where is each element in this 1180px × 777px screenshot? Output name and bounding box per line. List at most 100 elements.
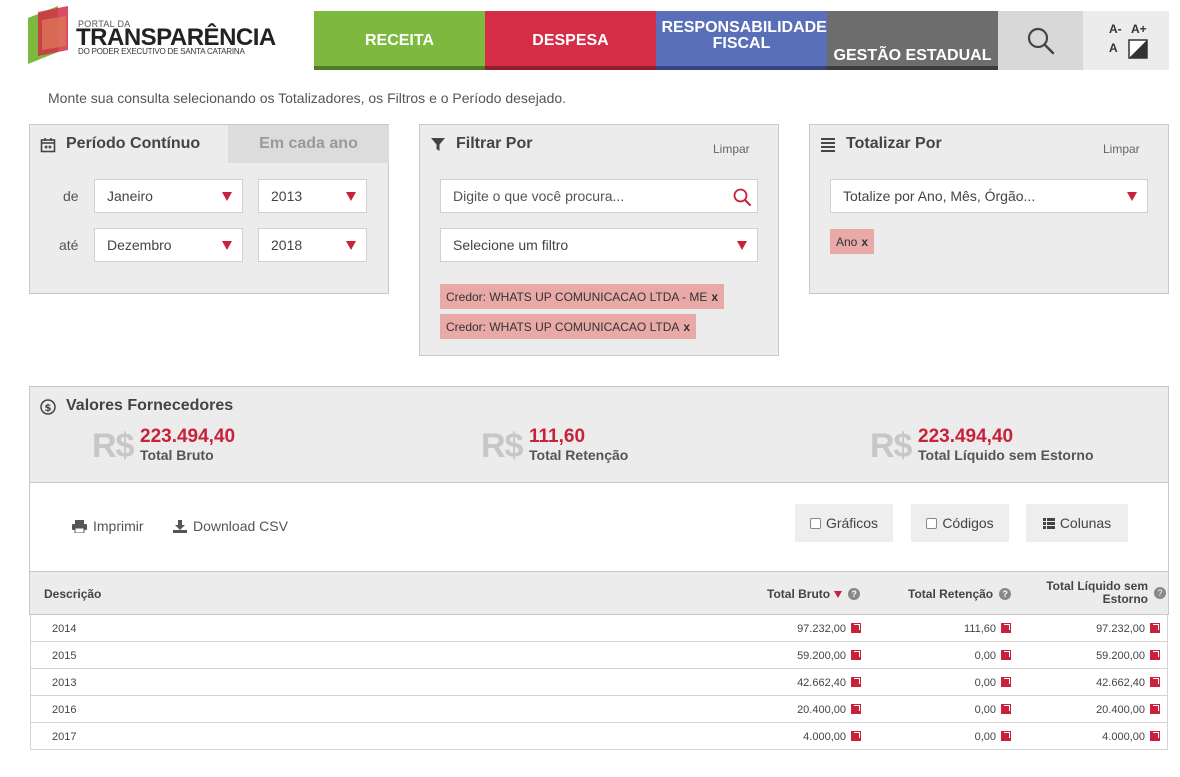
nav-gestao-estadual[interactable]: GESTÃO ESTADUAL: [827, 11, 998, 70]
external-link-icon[interactable]: [1001, 704, 1011, 714]
help-icon[interactable]: ?: [1154, 587, 1166, 599]
cell-total-retencao-value: 111,60: [963, 623, 996, 635]
col-total-retencao[interactable]: Total Retenção ?: [908, 587, 1012, 601]
search-icon[interactable]: [733, 188, 751, 206]
currency-symbol: R$: [870, 427, 912, 465]
intro-text: Monte sua consulta selecionando os Total…: [48, 90, 567, 106]
de-month-value: Janeiro: [107, 188, 153, 204]
cell-total-liquido-value: 20.400,00: [1096, 704, 1145, 716]
logo-mark-icon: [28, 6, 68, 64]
external-link-icon[interactable]: [851, 731, 861, 741]
de-year-select[interactable]: 2013: [258, 179, 367, 213]
search-button[interactable]: [998, 11, 1083, 70]
de-year-value: 2013: [271, 188, 303, 204]
nav-despesa[interactable]: DESPESA: [485, 11, 656, 70]
remove-tag-icon[interactable]: x: [683, 320, 690, 334]
filter-tag[interactable]: Credor: WHATS UP COMUNICACAO LTDA - ME x: [440, 284, 725, 309]
de-month-select[interactable]: Janeiro: [94, 179, 243, 213]
external-link-icon[interactable]: [1001, 731, 1011, 741]
printer-icon: [72, 519, 87, 533]
external-link-icon[interactable]: [851, 650, 861, 660]
total-liquido-label: Total Líquido sem Estorno: [918, 447, 1094, 463]
external-link-icon[interactable]: [1001, 677, 1011, 687]
ate-year-select[interactable]: 2018: [258, 228, 367, 262]
cell-total-liquido: 42.662,40: [1096, 677, 1160, 689]
nav-despesa-label: DESPESA: [532, 31, 609, 49]
external-link-icon[interactable]: [1150, 650, 1160, 660]
svg-text:$: $: [45, 403, 52, 414]
cell-total-bruto: 4.000,00: [803, 731, 861, 743]
tab-em-cada-ano[interactable]: Em cada ano: [228, 125, 389, 163]
nav-gestao-label: GESTÃO ESTADUAL: [833, 47, 992, 64]
cell-total-liquido: 59.200,00: [1096, 650, 1160, 662]
table-row: 2015 59.200,00 0,00 59.200,00: [30, 642, 1168, 669]
nav-responsabilidade-label: RESPONSABILIDADE FISCAL: [661, 18, 827, 52]
valores-section: $ Valores Fornecedores R$ 223.494,40 Tot…: [29, 386, 1169, 572]
chevron-down-icon: [737, 241, 747, 250]
totalizar-limpar-link[interactable]: Limpar: [1103, 142, 1140, 156]
col-total-liquido[interactable]: Total Líquido sem Estorno: [1034, 580, 1148, 606]
graficos-toggle[interactable]: Gráficos: [795, 504, 893, 542]
filter-search-placeholder: Digite o que você procura...: [453, 188, 625, 204]
cell-total-retencao: 0,00: [975, 704, 1011, 716]
table-row: 2016 20.400,00 0,00 20.400,00: [30, 696, 1168, 723]
font-reset-button[interactable]: A: [1109, 40, 1118, 56]
external-link-icon[interactable]: [1001, 623, 1011, 633]
cell-total-retencao: 0,00: [975, 650, 1011, 662]
colunas-button[interactable]: Colunas: [1026, 504, 1128, 542]
external-link-icon[interactable]: [851, 677, 861, 687]
codigos-toggle[interactable]: Códigos: [911, 504, 1009, 542]
graficos-checkbox[interactable]: [809, 517, 821, 529]
table-row: 2013 42.662,40 0,00 42.662,40: [30, 669, 1168, 696]
totalizar-panel: Totalizar Por Limpar Totalize por Ano, M…: [809, 124, 1169, 294]
calendar-icon: [40, 138, 56, 153]
external-link-icon[interactable]: [851, 704, 861, 714]
help-icon[interactable]: ?: [848, 588, 861, 600]
external-link-icon[interactable]: [1001, 650, 1011, 660]
filter-tag[interactable]: Credor: WHATS UP COMUNICACAO LTDA x: [440, 314, 697, 339]
remove-tag-icon[interactable]: x: [861, 235, 868, 249]
codigos-checkbox[interactable]: [926, 517, 938, 529]
cell-total-retencao: 0,00: [975, 731, 1011, 743]
totalizar-select-value: Totalize por Ano, Mês, Órgão...: [843, 188, 1036, 204]
font-increase-button[interactable]: A+: [1131, 21, 1147, 37]
cell-descricao: 2013: [52, 677, 77, 689]
print-button[interactable]: Imprimir: [72, 518, 144, 534]
ate-month-select[interactable]: Dezembro: [94, 228, 243, 262]
portal-logo[interactable]: PORTAL DA TRANSPARÊNCIA DO PODER EXECUTI…: [28, 6, 276, 66]
cell-total-bruto: 42.662,40: [797, 677, 861, 689]
currency-symbol: R$: [92, 427, 134, 465]
valores-title: Valores Fornecedores: [66, 397, 234, 414]
font-decrease-button[interactable]: A-: [1109, 21, 1122, 37]
filtrar-limpar-link[interactable]: Limpar: [713, 142, 750, 156]
totalizar-select[interactable]: Totalize por Ano, Mês, Órgão...: [830, 179, 1148, 213]
cell-total-retencao-value: 0,00: [974, 677, 996, 689]
external-link-icon[interactable]: [1150, 731, 1160, 741]
filtrar-title: Filtrar Por: [456, 135, 533, 152]
codigos-label: Códigos: [942, 515, 994, 531]
download-csv-button[interactable]: Download CSV: [173, 518, 288, 534]
remove-tag-icon[interactable]: x: [711, 290, 718, 304]
filtrar-panel: Filtrar Por Limpar Digite o que você pro…: [419, 124, 779, 356]
cell-total-bruto: 59.200,00: [797, 650, 861, 662]
nav-responsabilidade-fiscal[interactable]: RESPONSABILIDADE FISCAL: [656, 11, 827, 70]
cell-total-retencao-value: 0,00: [974, 650, 996, 662]
filter-search-input[interactable]: Digite o que você procura...: [440, 179, 758, 213]
totalizar-tag[interactable]: Ano x: [830, 229, 875, 254]
columns-list-icon: [1042, 517, 1055, 529]
external-link-icon[interactable]: [1150, 704, 1160, 714]
col-total-bruto[interactable]: Total Bruto ?: [767, 587, 861, 601]
total-liquido-value: 223.494,40: [918, 426, 1014, 447]
col-descricao[interactable]: Descrição: [44, 587, 101, 601]
table-row: 2014 97.232,00 111,60 97.232,00: [30, 615, 1168, 642]
external-link-icon[interactable]: [1150, 623, 1160, 633]
cell-descricao: 2014: [52, 623, 77, 635]
external-link-icon[interactable]: [851, 623, 861, 633]
nav-receita[interactable]: RECEITA: [314, 11, 485, 70]
list-icon: [821, 138, 835, 152]
contrast-icon[interactable]: [1128, 39, 1148, 59]
help-icon[interactable]: ?: [999, 588, 1012, 600]
external-link-icon[interactable]: [1150, 677, 1160, 687]
filter-select[interactable]: Selecione um filtro: [440, 228, 758, 262]
cell-total-bruto-value: 4.000,00: [803, 731, 846, 743]
